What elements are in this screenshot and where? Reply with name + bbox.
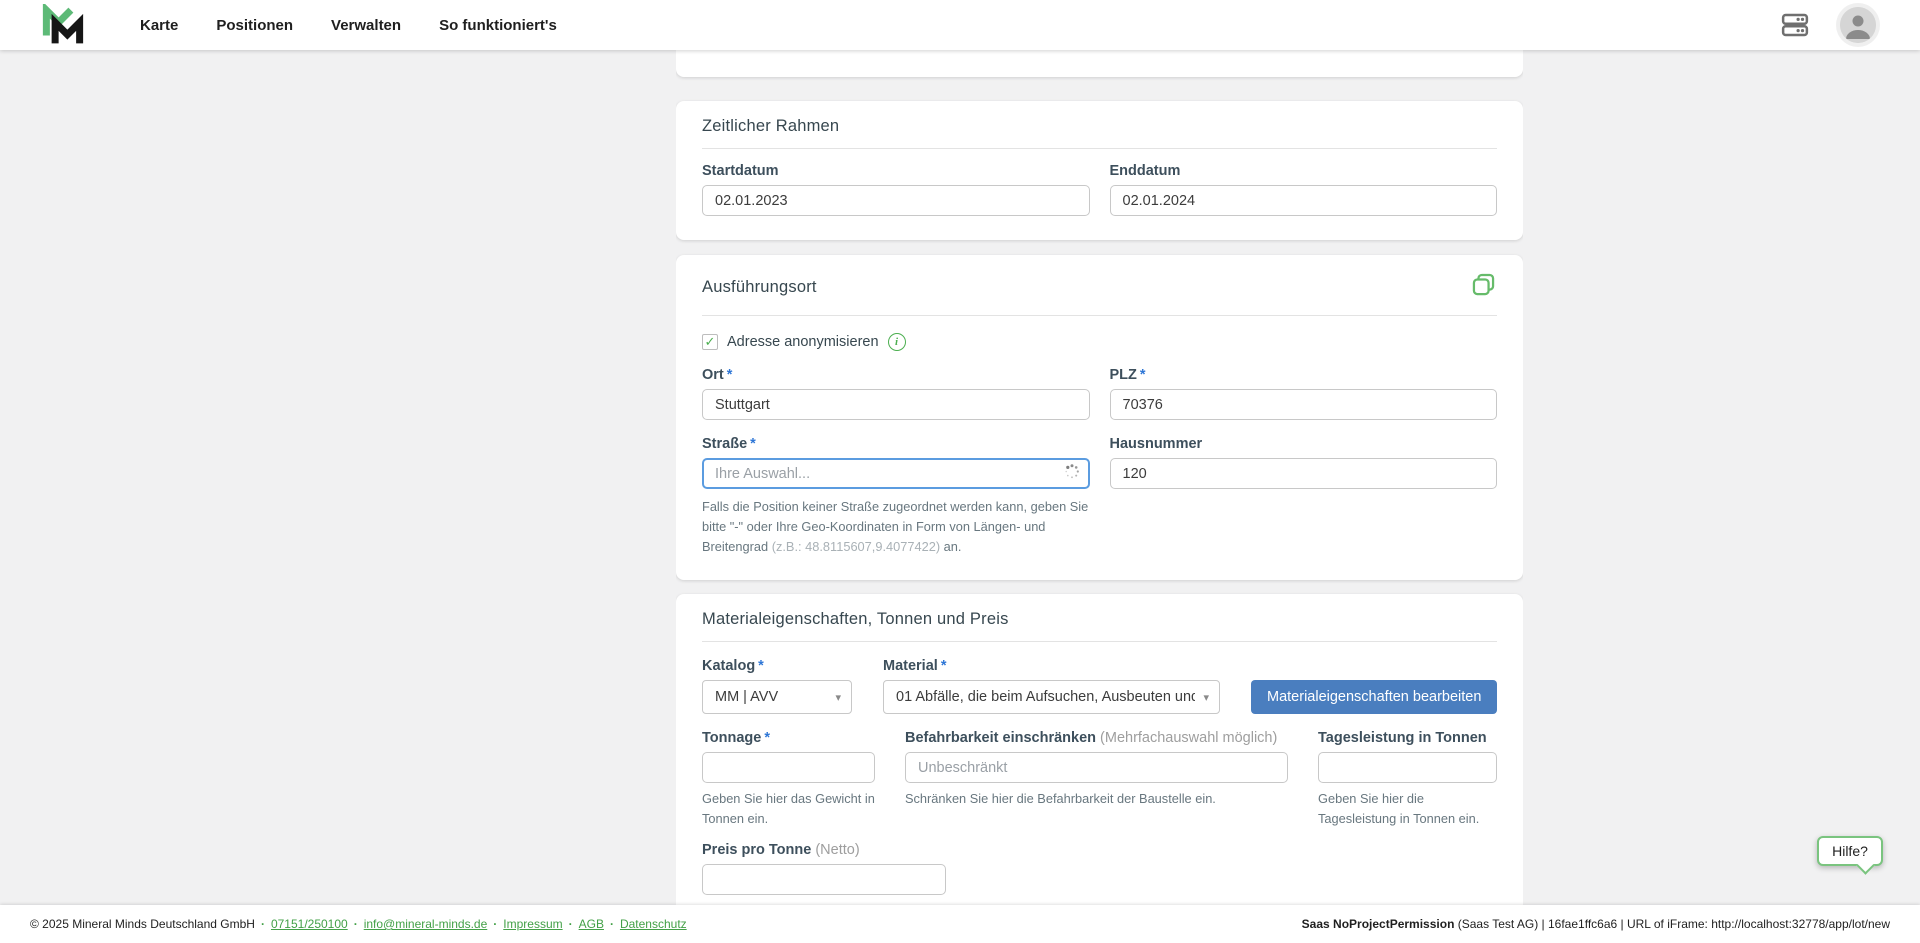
footer-link-agb[interactable]: AGB (579, 917, 604, 931)
preis-label: Preis pro Tonne (Netto) (702, 842, 1497, 858)
footer-link-impressum[interactable]: Impressum (503, 917, 562, 931)
tonnage-input[interactable] (702, 752, 875, 783)
startdatum-input[interactable] (702, 185, 1090, 216)
field-startdatum: Startdatum (702, 163, 1090, 216)
card-ausfuehrungsort: Ausführungsort ✓ Adresse anonymisieren i… (676, 255, 1523, 580)
app-header: Karte Positionen Verwalten So funktionie… (0, 0, 1920, 50)
befahrbarkeit-input[interactable] (905, 752, 1288, 783)
ort-input[interactable] (702, 389, 1090, 420)
plz-input[interactable] (1110, 389, 1498, 420)
section-divider (702, 148, 1497, 149)
field-material: Material* 01 Abfälle, die beim Aufsuchen… (883, 658, 1220, 714)
main-nav: Karte Positionen Verwalten So funktionie… (136, 11, 561, 40)
footer-separator: · (261, 917, 265, 931)
footer-separator: · (610, 917, 614, 931)
required-marker: * (758, 658, 764, 674)
footer-separator: · (493, 917, 497, 931)
anonymize-checkbox[interactable]: ✓ (702, 334, 718, 350)
nav-item-karte[interactable]: Karte (136, 11, 182, 40)
katalog-select[interactable]: MM | AVV ▾ (702, 680, 852, 714)
section-title-ausfuehrungsort: Ausführungsort (702, 278, 817, 297)
tonnage-helper-text: Geben Sie hier das Gewicht in Tonnen ein… (702, 789, 875, 827)
footer-link-phone[interactable]: 07151/250100 (271, 917, 348, 931)
required-marker: * (941, 658, 947, 674)
tonnage-label: Tonnage* (702, 730, 875, 746)
card-partial-top (676, 50, 1523, 77)
strasse-helper-text: Falls die Position keiner Straße zugeord… (702, 497, 1090, 556)
befahrbarkeit-label: Befahrbarkeit einschränken (Mehrfachausw… (905, 730, 1288, 746)
strasse-input[interactable] (702, 458, 1090, 489)
required-marker: * (750, 436, 756, 452)
material-select[interactable]: 01 Abfälle, die beim Aufsuchen, Ausbeute… (883, 680, 1220, 714)
required-marker: * (1140, 367, 1146, 383)
katalog-label: Katalog* (702, 658, 852, 674)
field-preis-pro-tonne: Preis pro Tonne (Netto) (702, 842, 1497, 895)
preis-input[interactable] (702, 864, 946, 895)
anonymize-label: Adresse anonymisieren (727, 334, 879, 350)
field-plz: PLZ* (1110, 367, 1498, 420)
hausnummer-input[interactable] (1110, 458, 1498, 489)
nav-item-positionen[interactable]: Positionen (212, 11, 297, 40)
enddatum-input[interactable] (1110, 185, 1498, 216)
copyright-text: © 2025 Mineral Minds Deutschland GmbH (30, 917, 255, 931)
copy-icon[interactable] (1470, 271, 1497, 303)
field-tagesleistung: Tagesleistung in Tonnen Geben Sie hier d… (1318, 730, 1497, 827)
strasse-label: Straße* (702, 436, 1090, 452)
field-tonnage: Tonnage* Geben Sie hier das Gewicht in T… (702, 730, 875, 827)
footer-link-email[interactable]: info@mineral-minds.de (364, 917, 488, 931)
enddatum-label: Enddatum (1110, 163, 1498, 179)
befahrbarkeit-helper-text: Schränken Sie hier die Befahrbarkeit der… (905, 789, 1288, 808)
card-zeitlicher-rahmen: Zeitlicher Rahmen Startdatum Enddatum (676, 101, 1523, 240)
nav-item-so-funktionierts[interactable]: So funktioniert's (435, 11, 561, 40)
app-footer: © 2025 Mineral Minds Deutschland GmbH · … (0, 905, 1920, 943)
startdatum-label: Startdatum (702, 163, 1090, 179)
hilfe-bubble-tail-mask (1855, 857, 1875, 864)
card-materialeigenschaften: Materialeigenschaften, Tonnen und Preis … (676, 594, 1523, 905)
footer-link-datenschutz[interactable]: Datenschutz (620, 917, 687, 931)
field-katalog: Katalog* MM | AVV ▾ (702, 658, 852, 714)
required-marker: * (727, 367, 733, 383)
section-title-zeitlicher-rahmen: Zeitlicher Rahmen (702, 117, 1497, 136)
section-title-material: Materialeigenschaften, Tonnen und Preis (702, 610, 1497, 629)
footer-separator: · (354, 917, 358, 931)
materialeigenschaften-bearbeiten-button[interactable]: Materialeigenschaften bearbeiten (1251, 680, 1497, 714)
required-marker: * (764, 730, 770, 746)
section-divider (702, 641, 1497, 642)
footer-left: © 2025 Mineral Minds Deutschland GmbH · … (30, 917, 687, 931)
footer-environment-info: Saas NoProjectPermission (Saas Test AG) … (1302, 917, 1890, 931)
user-avatar[interactable] (1840, 7, 1876, 43)
tagesleistung-helper-text: Geben Sie hier die Tagesleistung in Tonn… (1318, 789, 1497, 827)
server-list-icon[interactable] (1776, 8, 1814, 42)
anonymize-row: ✓ Adresse anonymisieren i (702, 331, 1497, 353)
section-divider (702, 315, 1497, 316)
hilfe-button[interactable]: Hilfe? (1817, 836, 1883, 866)
plz-label: PLZ* (1110, 367, 1498, 383)
material-label: Material* (883, 658, 1220, 674)
nav-item-verwalten[interactable]: Verwalten (327, 11, 405, 40)
chevron-down-icon: ▾ (835, 691, 841, 704)
tagesleistung-input[interactable] (1318, 752, 1497, 783)
field-ort: Ort* (702, 367, 1090, 420)
footer-separator: · (569, 917, 573, 931)
info-icon[interactable]: i (888, 333, 906, 351)
hausnummer-label: Hausnummer (1110, 436, 1498, 452)
ort-label: Ort* (702, 367, 1090, 383)
chevron-down-icon: ▾ (1203, 691, 1209, 704)
loading-spinner-icon (1064, 463, 1080, 484)
field-hausnummer: Hausnummer (1110, 436, 1498, 556)
mineral-minds-logo-icon[interactable] (40, 4, 86, 46)
field-strasse: Straße* (702, 436, 1090, 556)
field-befahrbarkeit: Befahrbarkeit einschränken (Mehrfachausw… (905, 730, 1288, 827)
header-right (1776, 7, 1876, 43)
tagesleistung-label: Tagesleistung in Tonnen (1318, 730, 1497, 746)
form-content: Zeitlicher Rahmen Startdatum Enddatum Au… (676, 50, 1523, 905)
field-enddatum: Enddatum (1110, 163, 1498, 216)
